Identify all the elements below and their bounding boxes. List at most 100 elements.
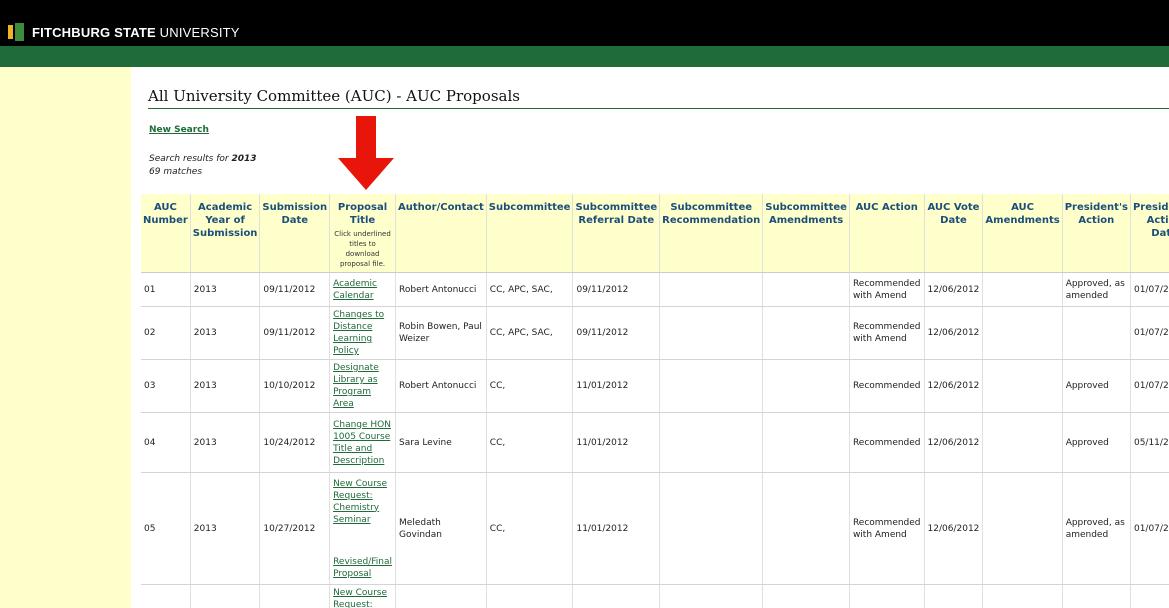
presidents-action-cell: Approved, as amended xyxy=(1062,272,1131,307)
proposal-title-cell: Designate Library as Program Area xyxy=(329,359,397,413)
subcommittee-recommendation-cell xyxy=(659,584,764,608)
column-header-label: AUC Vote Date xyxy=(927,202,980,226)
referral-date-cell xyxy=(572,584,661,608)
academic-year-cell: 2013 xyxy=(190,272,261,307)
author-cell: Sara Levine xyxy=(395,412,487,473)
proposal-title-link[interactable]: Changes to Distance Learning Policy xyxy=(333,309,392,357)
auc-number-cell: 03 xyxy=(141,359,191,413)
submission-date-cell: 09/11/2012 xyxy=(259,306,331,360)
subcommittee-cell: CC, APC, SAC, xyxy=(486,306,574,360)
table-row: 03 2013 10/10/2012 Designate Library as Pro… xyxy=(141,359,1169,413)
proposal-title-cell: Academic Calendar xyxy=(329,272,397,307)
column-header: AUC Action xyxy=(849,194,925,273)
logo-mark-icon xyxy=(8,23,26,41)
column-header: Academic Year of Submission xyxy=(190,194,261,273)
university-logo[interactable]: FITCHBURG STATE UNIVERSITY xyxy=(8,23,240,41)
subcommittee-recommendation-cell xyxy=(659,306,764,360)
proposal-title-link[interactable]: Academic Calendar xyxy=(333,278,392,302)
auc-amendments-cell xyxy=(982,306,1063,360)
column-header: AUC Vote Date xyxy=(924,194,984,273)
proposal-title-link[interactable]: New Course Request: Chemistry Seminar xyxy=(333,478,392,526)
submission-date-cell: 10/24/2012 xyxy=(259,412,331,473)
subcommittee-amendments-cell xyxy=(762,359,850,413)
column-header-label: President's Action xyxy=(1064,202,1128,226)
auc-action-cell xyxy=(849,584,925,608)
presidents-action-cell: Approved, as amended xyxy=(1062,472,1131,585)
subcommittee-amendments-cell xyxy=(762,584,850,608)
subcommittee-cell: CC, xyxy=(486,412,574,473)
table-row: 05 2013 10/27/2012 New Course Request: Chem… xyxy=(141,472,1169,585)
proposal-title-link[interactable]: Change HON 1005 Course Title and Descrip… xyxy=(333,419,392,467)
search-results-summary: Search results for 2013 69 matches xyxy=(149,153,257,179)
auc-number-cell: 02 xyxy=(141,306,191,360)
auc-amendments-cell xyxy=(982,272,1063,307)
subcommittee-amendments-cell xyxy=(762,272,850,307)
table-row: 02 2013 09/11/2012 Changes to Distance Lear… xyxy=(141,306,1169,360)
subcommittee-cell: CC, xyxy=(486,472,574,585)
auc-amendments-cell xyxy=(982,472,1063,585)
column-header: AUC Amendments xyxy=(982,194,1063,273)
proposal-title-link[interactable]: New Course Request: Medicinal xyxy=(333,587,392,608)
proposal-title-cell: Change HON 1005 Course Title and Descrip… xyxy=(329,412,397,473)
submission-date-cell: 10/10/2012 xyxy=(259,359,331,413)
referral-date-cell: 11/01/2012 xyxy=(572,472,661,585)
column-header-label: AUC Action xyxy=(855,202,918,213)
auc-action-cell: Recommended xyxy=(849,412,925,473)
academic-year-cell: 2013 xyxy=(190,306,261,360)
auc-action-cell: Recommended with Amend xyxy=(849,472,925,585)
column-header-label: Subcommittee xyxy=(488,202,571,213)
auc-amendments-cell xyxy=(982,359,1063,413)
author-cell xyxy=(395,584,487,608)
column-header-label: Proposal Title xyxy=(337,202,388,226)
column-header: AUC Number xyxy=(141,194,191,273)
presidents-action-cell: Approved xyxy=(1062,359,1131,413)
referral-date-cell: 09/11/2012 xyxy=(572,272,661,307)
proposals-table: AUC Number Academic Year of Submission Sub… xyxy=(141,194,1169,608)
search-prefix: Search results for xyxy=(149,154,232,164)
subcommittee-recommendation-cell xyxy=(659,412,764,473)
auc-amendments-cell xyxy=(982,584,1063,608)
column-header-label: AUC Amendments xyxy=(985,202,1060,226)
presidents-action-date-cell xyxy=(1130,584,1169,608)
author-cell: Robert Antonucci xyxy=(395,359,487,413)
auc-amendments-cell xyxy=(982,412,1063,473)
subcommittee-amendments-cell xyxy=(762,472,850,585)
referral-date-cell: 09/11/2012 xyxy=(572,306,661,360)
proposal-title-cell: New Course Request: Medicinal xyxy=(329,584,397,608)
presidents-action-date-cell: 01/07/2013 xyxy=(1130,472,1169,585)
left-sidebar xyxy=(0,67,131,608)
presidents-action-date-cell: 01/07/2013 xyxy=(1130,306,1169,360)
column-header-label: Subcommittee Recommendation xyxy=(662,202,761,226)
match-count: 69 matches xyxy=(149,167,203,177)
auc-action-cell: Recommended with Amend xyxy=(849,306,925,360)
author-cell: Robert Antonucci xyxy=(395,272,487,307)
column-header-label: President's Action Date xyxy=(1132,202,1169,239)
new-search-link[interactable]: New Search xyxy=(149,125,209,135)
submission-date-cell xyxy=(259,584,331,608)
auc-vote-date-cell: 12/06/2012 xyxy=(924,412,984,473)
proposal-title-link[interactable]: Revised/Final Proposal xyxy=(333,556,392,580)
academic-year-cell: 2013 xyxy=(190,412,261,473)
auc-number-cell: 04 xyxy=(141,412,191,473)
main-content: All University Committee (AUC) - AUC Pro… xyxy=(131,67,1169,608)
auc-vote-date-cell: 12/06/2012 xyxy=(924,272,984,307)
subcommittee-amendments-cell xyxy=(762,412,850,473)
green-nav-bar xyxy=(0,46,1169,67)
subcommittee-cell xyxy=(486,584,574,608)
referral-date-cell: 11/01/2012 xyxy=(572,412,661,473)
auc-vote-date-cell: 12/06/2012 xyxy=(924,359,984,413)
subcommittee-recommendation-cell xyxy=(659,472,764,585)
column-header: Submission Date xyxy=(259,194,331,273)
submission-date-cell: 10/27/2012 xyxy=(259,472,331,585)
proposal-title-link[interactable]: Designate Library as Program Area xyxy=(333,362,392,410)
submission-date-cell: 09/11/2012 xyxy=(259,272,331,307)
presidents-action-cell xyxy=(1062,584,1131,608)
top-bar: FITCHBURG STATE UNIVERSITY xyxy=(0,0,1169,46)
presidents-action-cell: Approved xyxy=(1062,412,1131,473)
column-header: President's Action xyxy=(1062,194,1131,273)
author-cell: Robin Bowen, Paul Weizer xyxy=(395,306,487,360)
table-header-row: AUC Number Academic Year of Submission Sub… xyxy=(141,194,1169,273)
proposal-title-cell: Changes to Distance Learning Policy xyxy=(329,306,397,360)
academic-year-cell: 2013 xyxy=(190,359,261,413)
auc-vote-date-cell: 12/06/2012 xyxy=(924,472,984,585)
